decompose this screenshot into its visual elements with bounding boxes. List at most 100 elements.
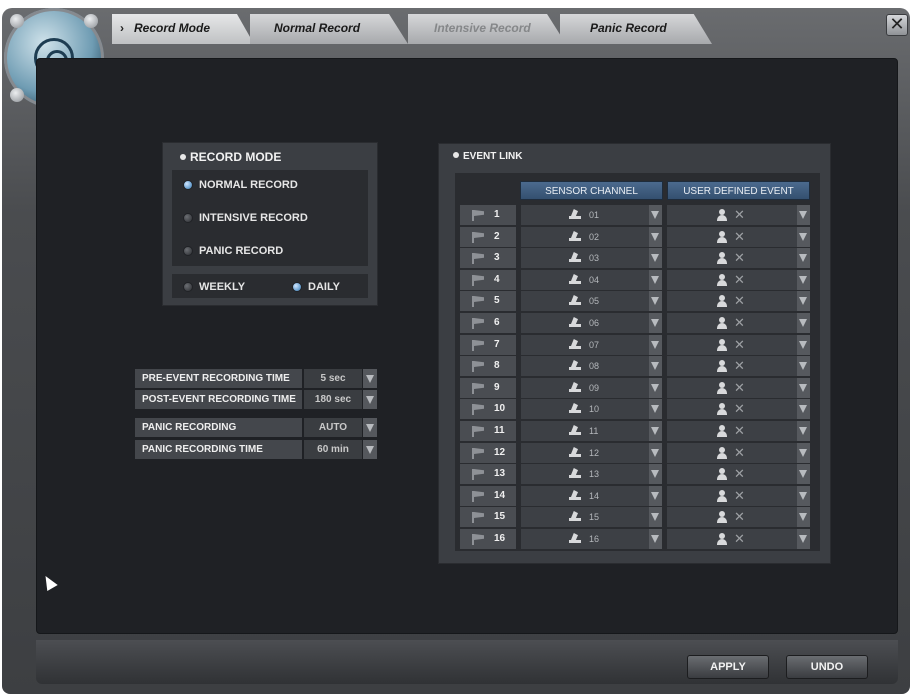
radio-normal-record[interactable]: NORMAL RECORD <box>183 179 298 191</box>
dropdown-button[interactable] <box>649 248 662 268</box>
none-x-icon: ✕ <box>734 445 745 460</box>
triangle-down-icon <box>366 375 374 383</box>
sensor-channel-select[interactable]: 01 <box>521 205 662 225</box>
setting-label: PANIC RECORDING <box>135 418 302 437</box>
dropdown-button[interactable] <box>797 291 810 311</box>
radio-selected-icon <box>183 180 193 190</box>
radio-unselected-icon <box>183 213 193 223</box>
dropdown-button[interactable] <box>649 270 662 290</box>
user-icon <box>717 403 727 415</box>
user-defined-event-select[interactable]: ✕ <box>667 335 810 355</box>
sensor-channel-select[interactable]: 07 <box>521 335 662 355</box>
sensor-channel-value: 16 <box>589 534 600 544</box>
event-number: 4 <box>494 274 500 285</box>
dropdown-button[interactable] <box>797 529 810 549</box>
triangle-down-icon <box>799 276 807 284</box>
user-icon <box>717 511 727 523</box>
apply-button[interactable]: APPLY <box>687 655 769 679</box>
sensor-channel-select[interactable]: 02 <box>521 227 662 247</box>
panic-recording-select[interactable]: AUTO <box>304 418 362 437</box>
dropdown-button[interactable] <box>797 270 810 290</box>
user-defined-event-select[interactable]: ✕ <box>667 443 810 463</box>
radio-weekly[interactable]: WEEKLY <box>183 281 245 293</box>
sensor-channel-select[interactable]: 14 <box>521 486 662 506</box>
user-defined-event-select[interactable]: ✕ <box>667 486 810 506</box>
radio-daily[interactable]: DAILY <box>292 281 340 293</box>
dropdown-button[interactable] <box>797 399 810 419</box>
dropdown-button[interactable] <box>649 507 662 527</box>
user-defined-event-header: USER DEFINED EVENT <box>667 181 810 200</box>
undo-button[interactable]: UNDO <box>786 655 868 679</box>
dropdown-button[interactable] <box>649 529 662 549</box>
user-defined-event-select[interactable]: ✕ <box>667 464 810 484</box>
sensor-channel-select[interactable]: 11 <box>521 421 662 441</box>
dropdown-button[interactable] <box>649 399 662 419</box>
dropdown-button[interactable] <box>797 443 810 463</box>
dropdown-button[interactable] <box>797 248 810 268</box>
flag-icon <box>472 296 484 307</box>
dropdown-button[interactable] <box>363 369 377 388</box>
triangle-down-icon <box>651 535 659 543</box>
user-defined-event-select[interactable]: ✕ <box>667 313 810 333</box>
sensor-channel-select[interactable]: 10 <box>521 399 662 419</box>
sensor-channel-select[interactable]: 13 <box>521 464 662 484</box>
radio-panic-record[interactable]: PANIC RECORD <box>183 245 283 257</box>
user-defined-event-select[interactable]: ✕ <box>667 399 810 419</box>
user-defined-event-select[interactable]: ✕ <box>667 507 810 527</box>
tab-panic-record[interactable]: Panic Record <box>560 14 712 44</box>
dropdown-button[interactable] <box>797 313 810 333</box>
dropdown-button[interactable] <box>797 227 810 247</box>
dropdown-button[interactable] <box>797 205 810 225</box>
dropdown-button[interactable] <box>363 440 377 459</box>
panic-recording-time-select[interactable]: 60 min <box>304 440 362 459</box>
dropdown-button[interactable] <box>649 356 662 376</box>
dropdown-button[interactable] <box>649 443 662 463</box>
dropdown-button[interactable] <box>363 390 377 409</box>
sensor-channel-select[interactable]: 05 <box>521 291 662 311</box>
radio-intensive-record[interactable]: INTENSIVE RECORD <box>183 212 308 224</box>
user-defined-event-select[interactable]: ✕ <box>667 270 810 290</box>
post-event-time-select[interactable]: 180 sec <box>304 390 362 409</box>
user-defined-event-select[interactable]: ✕ <box>667 356 810 376</box>
user-defined-event-select[interactable]: ✕ <box>667 227 810 247</box>
user-defined-event-select[interactable]: ✕ <box>667 421 810 441</box>
user-defined-event-select[interactable]: ✕ <box>667 205 810 225</box>
dropdown-button[interactable] <box>797 335 810 355</box>
dropdown-button[interactable] <box>649 335 662 355</box>
user-defined-event-select[interactable]: ✕ <box>667 291 810 311</box>
sensor-channel-select[interactable]: 15 <box>521 507 662 527</box>
tab-intensive-record[interactable]: Intensive Record <box>408 14 566 44</box>
tab-normal-record[interactable]: Normal Record <box>250 14 408 44</box>
user-defined-event-select[interactable]: ✕ <box>667 529 810 549</box>
dropdown-button[interactable] <box>649 464 662 484</box>
sensor-channel-select[interactable]: 09 <box>521 378 662 398</box>
tab-record-mode[interactable]: › Record Mode <box>112 14 254 44</box>
radio-unselected-icon <box>183 282 193 292</box>
dropdown-button[interactable] <box>649 421 662 441</box>
pre-event-time-select[interactable]: 5 sec <box>304 369 362 388</box>
dropdown-button[interactable] <box>649 227 662 247</box>
sensor-channel-select[interactable]: 03 <box>521 248 662 268</box>
dropdown-button[interactable] <box>797 464 810 484</box>
dropdown-button[interactable] <box>363 418 377 437</box>
dropdown-button[interactable] <box>797 486 810 506</box>
user-defined-event-select[interactable]: ✕ <box>667 378 810 398</box>
user-defined-event-select[interactable]: ✕ <box>667 248 810 268</box>
flag-icon <box>472 253 484 264</box>
dropdown-button[interactable] <box>649 291 662 311</box>
dropdown-button[interactable] <box>649 313 662 333</box>
sensor-channel-select[interactable]: 08 <box>521 356 662 376</box>
sensor-channel-select[interactable]: 12 <box>521 443 662 463</box>
dropdown-button[interactable] <box>649 378 662 398</box>
dropdown-button[interactable] <box>797 421 810 441</box>
close-button[interactable]: ✕ <box>886 14 908 36</box>
sensor-channel-select[interactable]: 06 <box>521 313 662 333</box>
dropdown-button[interactable] <box>649 205 662 225</box>
sensor-channel-select[interactable]: 04 <box>521 270 662 290</box>
dropdown-button[interactable] <box>649 486 662 506</box>
dropdown-button[interactable] <box>797 378 810 398</box>
none-x-icon: ✕ <box>734 466 745 481</box>
dropdown-button[interactable] <box>797 507 810 527</box>
dropdown-button[interactable] <box>797 356 810 376</box>
sensor-channel-select[interactable]: 16 <box>521 529 662 549</box>
